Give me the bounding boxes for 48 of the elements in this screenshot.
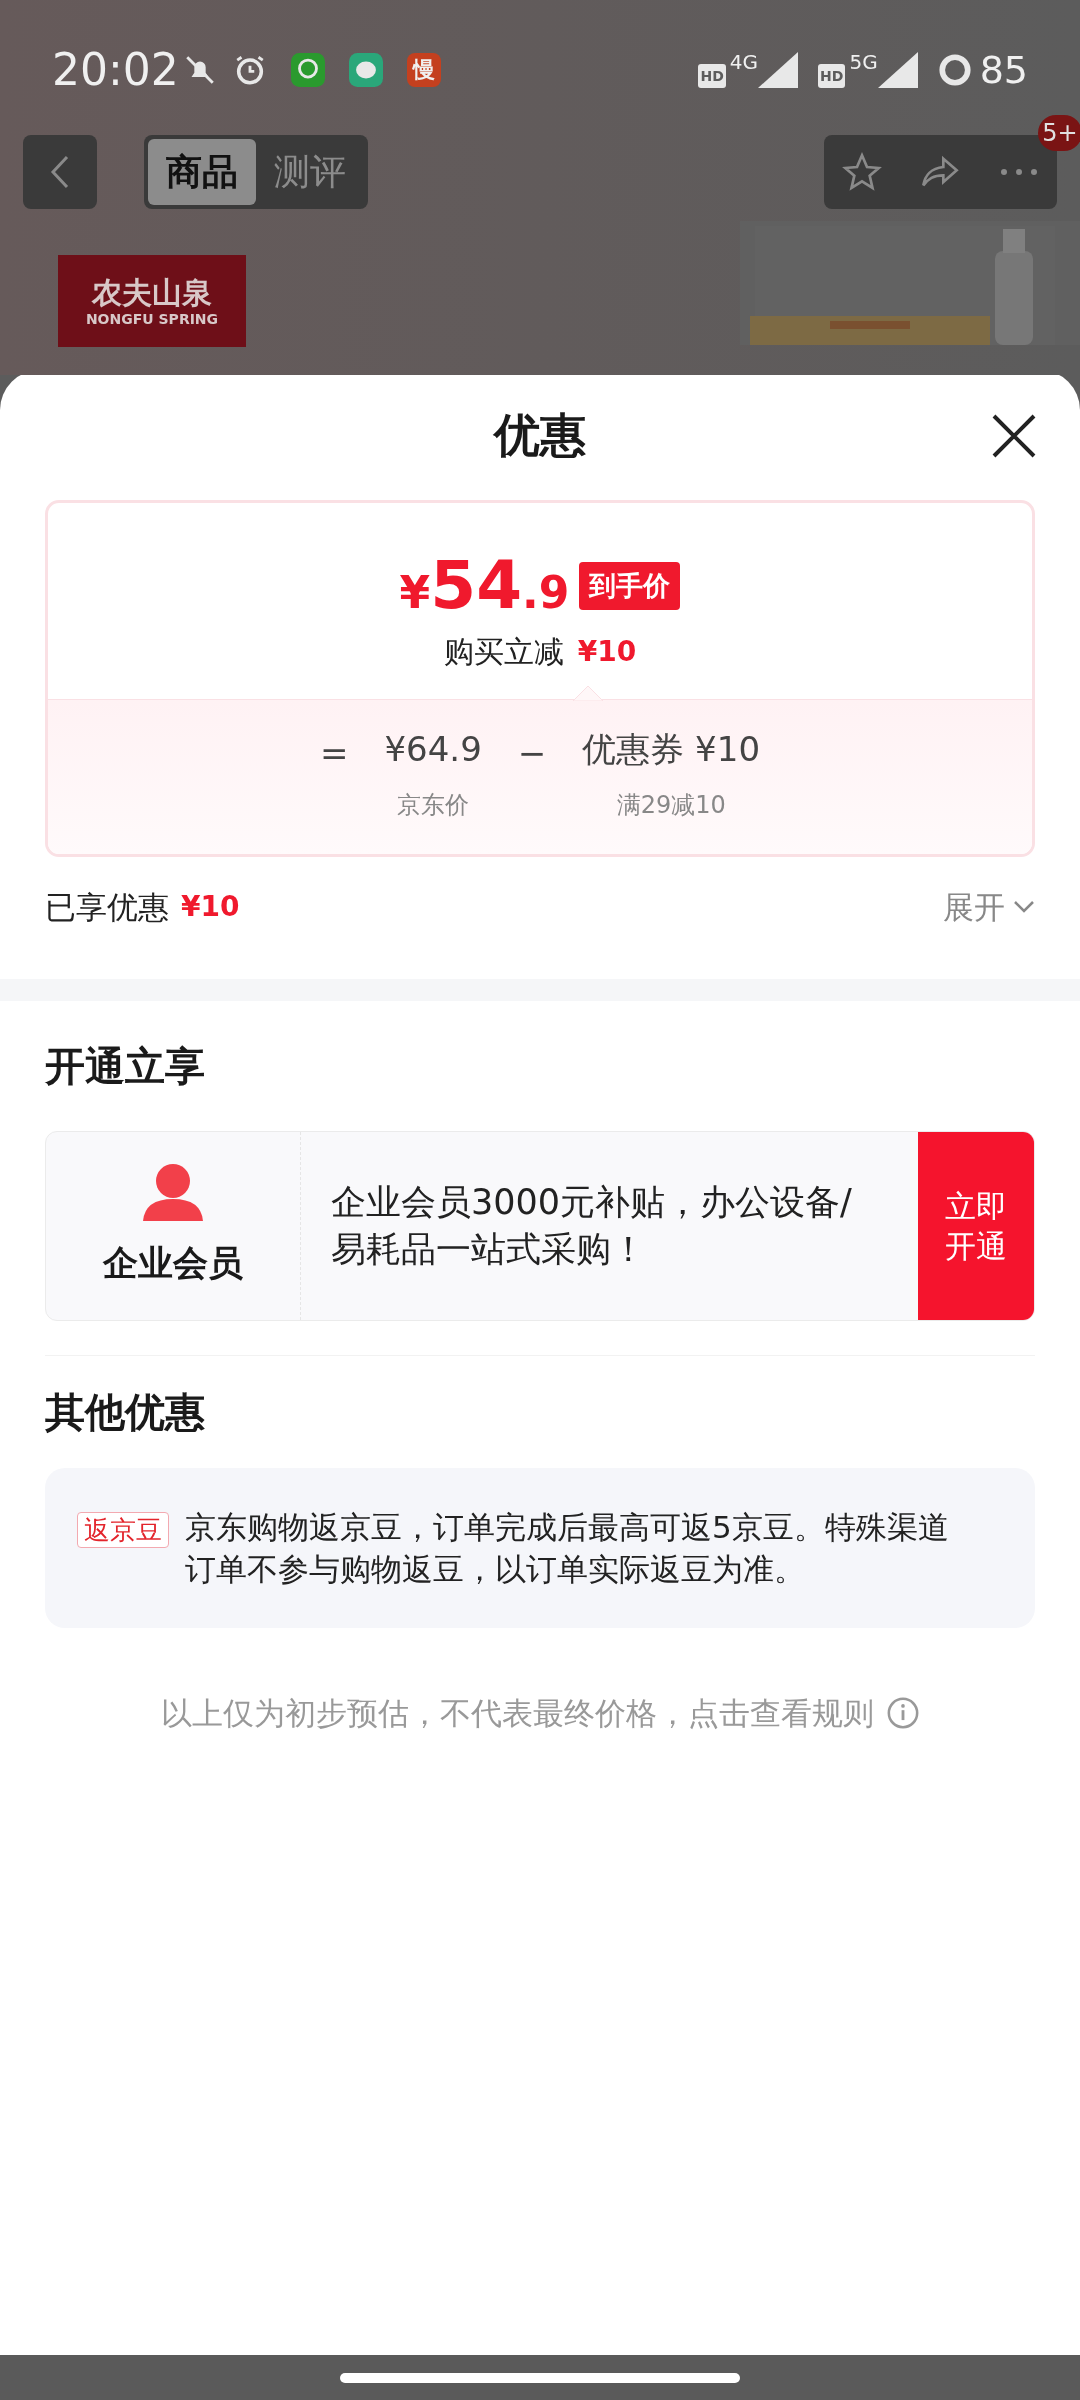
section-title: 开通立享 bbox=[45, 1042, 205, 1091]
brand-subtitle: NONGFU SPRING bbox=[85, 311, 219, 329]
minus-sign: − bbox=[517, 732, 547, 775]
enjoyed-amount: ¥10 bbox=[181, 889, 240, 925]
original-price-label: 京东价 bbox=[397, 790, 470, 821]
coupon-amount: 优惠券 ¥10 bbox=[582, 728, 760, 771]
battery-icon bbox=[937, 53, 972, 87]
home-indicator[interactable] bbox=[340, 2372, 740, 2383]
battery-level: 85 bbox=[979, 46, 1028, 94]
benefit-text: 京东购物返京豆，订单完成后最高可返5京豆。特殊渠道订单不参与购物返豆，以订单实际返豆为准。 bbox=[185, 1508, 950, 1589]
signal-icon bbox=[758, 52, 799, 88]
star-icon[interactable] bbox=[842, 151, 883, 192]
app-icon: 慢 bbox=[406, 53, 441, 87]
person-icon bbox=[141, 1162, 205, 1223]
equals-sign: = bbox=[319, 732, 349, 775]
final-price: ¥54.9 bbox=[399, 553, 570, 619]
tab[interactable]: 商品 bbox=[148, 138, 256, 205]
app-icon bbox=[290, 53, 325, 87]
coupon-condition: 满29减10 bbox=[616, 790, 726, 821]
saving-amount: ¥10 bbox=[577, 633, 637, 670]
original-price: ¥64.9 bbox=[384, 728, 482, 771]
network-type: 4G bbox=[729, 52, 759, 72]
hd-icon: HD bbox=[818, 64, 846, 88]
membership-name: 企业会员 bbox=[103, 1241, 243, 1285]
hd-icon: HD bbox=[698, 64, 726, 88]
signal-icon bbox=[877, 52, 918, 88]
tab[interactable]: 测评 bbox=[256, 138, 364, 205]
time: 20:02 bbox=[52, 43, 179, 97]
back-icon bbox=[49, 153, 71, 190]
section-title: 其他优惠 bbox=[45, 1388, 205, 1437]
close-icon bbox=[992, 414, 1036, 458]
saving-label: 购买立减 bbox=[443, 633, 564, 671]
chevron-icon bbox=[1013, 900, 1035, 914]
info-icon[interactable] bbox=[885, 1696, 920, 1731]
membership-description: 企业会员3000元补贴，办公设备/易耗品一站式采购！ bbox=[331, 1181, 853, 1271]
notification-badge: 5+ bbox=[1038, 114, 1080, 151]
more-icon[interactable] bbox=[998, 166, 1039, 177]
expand-button[interactable]: 展开 bbox=[943, 883, 1035, 931]
activate-button[interactable]: 立即开通 bbox=[918, 1132, 1034, 1320]
benefit-tag: 返京豆 bbox=[77, 1512, 169, 1548]
sheet-title: 优惠 bbox=[494, 406, 586, 464]
enjoyed-label: 已享优惠 bbox=[45, 887, 169, 927]
price-tag: 到手价 bbox=[579, 561, 681, 611]
back-button[interactable] bbox=[23, 134, 97, 209]
message-app-icon bbox=[348, 53, 383, 87]
network-type: 5G bbox=[849, 52, 878, 72]
footer-note[interactable]: 以上仅为初步预估，不代表最终价格，点击查看规则 bbox=[160, 1690, 874, 1737]
brand-name: 农夫山泉 bbox=[92, 273, 212, 311]
